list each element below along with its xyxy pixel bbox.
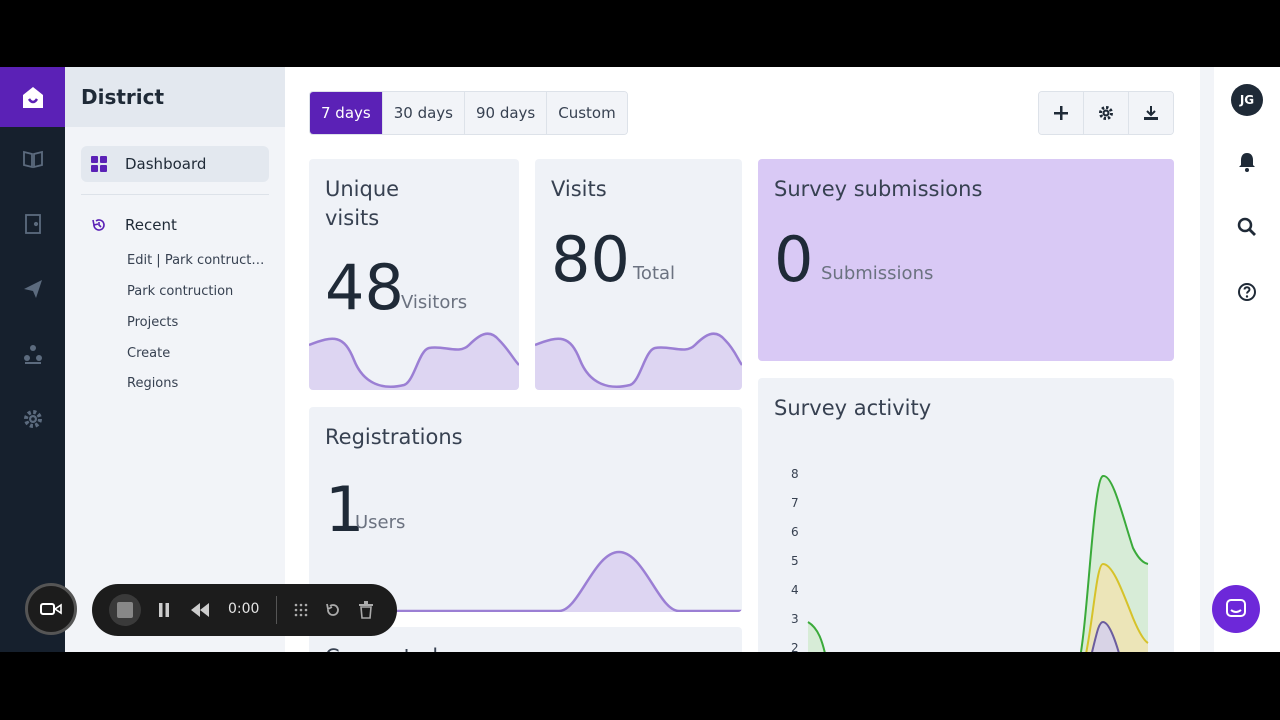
visits-card[interactable]: Visits 80 Total <box>535 159 742 390</box>
recent-link-park[interactable]: Park contruction <box>127 284 267 299</box>
bell-icon[interactable] <box>1232 147 1262 177</box>
toolbar-divider <box>276 596 277 624</box>
range-90-days[interactable]: 90 days <box>463 92 547 134</box>
card-title: Connected <box>325 643 438 652</box>
card-title: Registrations <box>325 425 463 449</box>
range-7-days[interactable]: 7 days <box>310 92 382 134</box>
video-camera-icon <box>40 603 62 615</box>
card-unit: Visitors <box>401 292 468 313</box>
help-icon[interactable] <box>1232 277 1262 307</box>
survey-submissions-card[interactable]: Survey submissions 0 Submissions <box>758 159 1174 361</box>
date-range-selector: 7 days 30 days 90 days Custom <box>309 91 628 135</box>
user-avatar[interactable]: JG <box>1231 84 1263 116</box>
camera-toggle-button[interactable] <box>25 583 77 635</box>
stop-recording-button[interactable] <box>109 594 141 626</box>
registrations-card[interactable]: Registrations 1 Users <box>309 407 742 612</box>
plus-icon <box>1054 106 1068 120</box>
search-icon[interactable] <box>1232 212 1262 242</box>
unique-visits-card[interactable]: Unique visits 48 Visitors <box>309 159 519 390</box>
chat-icon <box>1226 599 1246 617</box>
dashboard-grid-icon <box>91 156 111 172</box>
card-value: 48 <box>325 251 404 324</box>
nav-item-dashboard-label: Dashboard <box>125 155 207 173</box>
grid-dots-button[interactable] <box>289 598 313 622</box>
recorder-toolbar: 0:00 <box>92 584 397 636</box>
dashboard-main: 7 days 30 days 90 days Custom Unique vis… <box>285 67 1200 652</box>
card-unit: Submissions <box>821 263 934 284</box>
card-unit: Total <box>633 263 676 284</box>
recent-link-create[interactable]: Create <box>127 346 267 361</box>
download-icon <box>1144 106 1158 120</box>
restart-button[interactable] <box>321 598 345 622</box>
card-title: Unique visits <box>325 177 400 230</box>
history-icon <box>91 217 111 233</box>
range-custom[interactable]: Custom <box>546 92 627 134</box>
range-30-days[interactable]: 30 days <box>381 92 464 134</box>
gear-icon <box>1099 106 1113 120</box>
visits-sparkline <box>535 332 742 390</box>
recent-link-regions[interactable]: Regions <box>127 376 267 391</box>
nav-item-dashboard[interactable]: Dashboard <box>81 146 269 182</box>
org-chart-icon[interactable] <box>0 334 65 374</box>
home-logo-icon[interactable] <box>0 67 65 127</box>
card-value: 0 <box>774 223 814 296</box>
recording-timer: 0:00 <box>228 601 260 617</box>
dots-grid-icon <box>294 603 308 617</box>
send-icon[interactable] <box>0 269 65 309</box>
door-icon[interactable] <box>0 204 65 244</box>
nav-divider <box>81 194 269 195</box>
recent-link-projects[interactable]: Projects <box>127 315 267 330</box>
survey-activity-card[interactable]: Survey activity 8 7 6 5 4 3 2 <box>758 378 1174 652</box>
card-unit: Users <box>355 512 406 533</box>
add-button[interactable] <box>1039 92 1083 134</box>
rewind-button[interactable] <box>188 598 212 622</box>
pause-icon <box>159 603 169 617</box>
card-title: Survey submissions <box>774 177 983 201</box>
unique-visits-sparkline <box>309 332 519 390</box>
restart-icon <box>326 603 339 616</box>
rewind-icon <box>191 603 209 617</box>
survey-activity-chart <box>807 475 1149 652</box>
settings-button[interactable] <box>1083 92 1128 134</box>
stop-icon <box>117 602 133 618</box>
trash-icon <box>359 601 373 619</box>
nav-item-recent[interactable]: Recent <box>81 207 269 243</box>
brand-header: District <box>65 67 285 127</box>
book-icon[interactable] <box>0 139 65 179</box>
pause-button[interactable] <box>152 598 176 622</box>
nav-item-recent-label: Recent <box>125 216 177 234</box>
icon-rail <box>0 67 65 652</box>
download-button[interactable] <box>1128 92 1173 134</box>
recent-link-edit[interactable]: Edit | Park contruction <box>127 253 267 268</box>
chat-launcher-button[interactable] <box>1212 585 1260 633</box>
green-area-left <box>808 622 825 652</box>
gear-icon[interactable] <box>0 399 65 439</box>
brand-title: District <box>81 85 165 109</box>
secondary-nav: District Dashboard Recent Edit | Park co… <box>65 67 285 652</box>
toolbar <box>1038 91 1174 135</box>
card-value: 80 <box>551 223 630 296</box>
app-window: District Dashboard Recent Edit | Park co… <box>0 67 1280 652</box>
card-title: Visits <box>551 177 607 201</box>
delete-button[interactable] <box>354 598 378 622</box>
